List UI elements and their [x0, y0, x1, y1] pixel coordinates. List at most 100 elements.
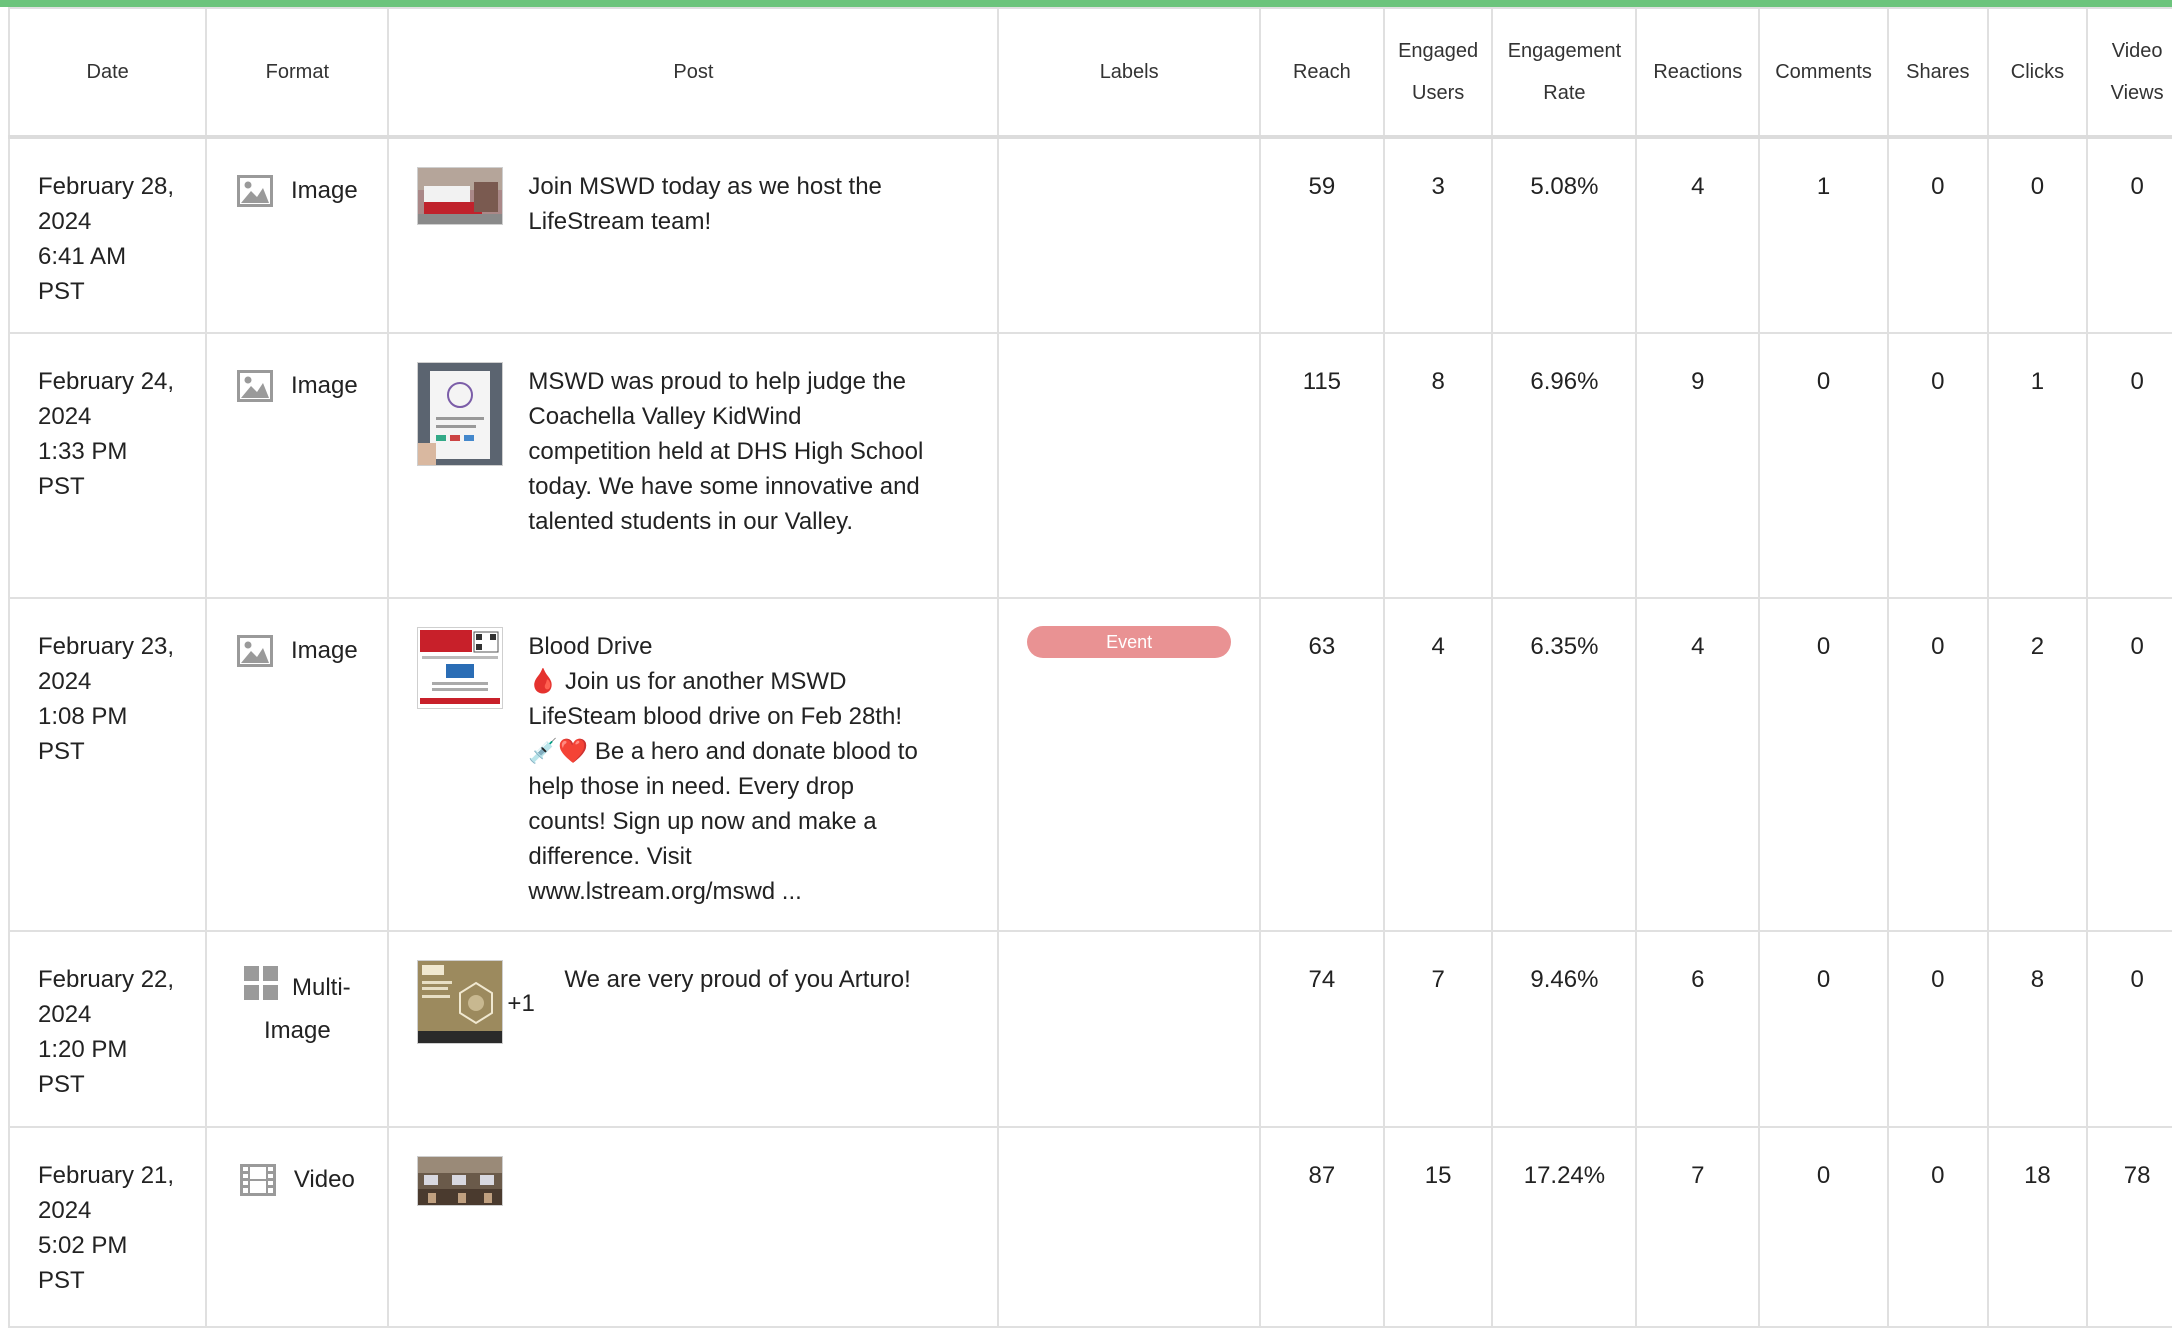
video-views-value: 0: [2086, 332, 2172, 599]
format-label: Image: [290, 177, 358, 204]
labels-cell[interactable]: [997, 930, 1261, 1128]
post-cell[interactable]: Join MSWD today as we host the LifeStrea…: [387, 136, 1000, 334]
post-cell[interactable]: MSWD was proud to help judge the Coachel…: [387, 332, 1000, 599]
year-text: 2024: [38, 403, 92, 430]
time-text: 1:08 PM: [38, 703, 128, 730]
shares-value: 0: [1886, 930, 1989, 1128]
engagement-rate-value: 9.46%: [1491, 930, 1638, 1128]
timezone-text: PST: [38, 473, 85, 500]
grid-icon: [244, 966, 278, 1000]
time-text: 1:33 PM: [38, 438, 128, 465]
col-header-labels[interactable]: Labels: [997, 7, 1261, 139]
col-header-video-views[interactable]: Video Views: [2086, 7, 2172, 139]
post-title: Blood Drive: [528, 633, 653, 660]
year-text: 2024: [38, 1197, 92, 1224]
clicks-value: 8: [1986, 930, 2089, 1128]
reactions-value: 6: [1635, 930, 1761, 1128]
time-text: 1:20 PM: [38, 1036, 128, 1063]
date-cell: February 23, 2024 1:08 PM PST: [7, 597, 208, 932]
shares-value: 0: [1886, 332, 1989, 599]
table-header-row: Date Format Post Labels Reach Engaged Us…: [7, 7, 2172, 139]
post-performance-table: Date Format Post Labels Reach Engaged Us…: [7, 7, 2172, 1328]
table-row[interactable]: February 23, 2024 1:08 PM PST Image Bloo…: [7, 597, 2172, 932]
post-text: Blood Drive 🩸 Join us for another MSWD L…: [528, 629, 928, 909]
clicks-value: 18: [1986, 1126, 2089, 1328]
labels-cell[interactable]: [997, 332, 1261, 599]
video-views-value: 0: [2086, 930, 2172, 1128]
shares-value: 0: [1886, 597, 1989, 932]
image-icon: [236, 635, 273, 667]
format-label: Video: [293, 1166, 355, 1193]
engaged-users-value: 8: [1382, 332, 1494, 599]
comments-value: 0: [1758, 332, 1889, 599]
date-text: February 21,: [38, 1162, 175, 1189]
format-cell: Multi- Image: [205, 930, 390, 1128]
time-text: 5:02 PM: [38, 1232, 128, 1259]
post-thumbnail[interactable]: [417, 1156, 504, 1206]
format-cell: Image: [205, 597, 390, 932]
post-thumbnail[interactable]: [417, 362, 504, 466]
col-header-engagement-rate[interactable]: Engagement Rate: [1491, 7, 1638, 139]
format-label-continued: Image: [263, 1017, 331, 1044]
format-label: Image: [290, 372, 358, 399]
col-header-shares[interactable]: Shares: [1886, 7, 1989, 139]
clicks-value: 0: [1986, 136, 2089, 334]
post-thumbnail[interactable]: [417, 167, 504, 225]
table-row[interactable]: February 22, 2024 1:20 PM PST Multi- Ima…: [7, 930, 2172, 1128]
year-text: 2024: [38, 668, 92, 695]
engaged-users-value: 3: [1382, 136, 1494, 334]
post-thumbnail[interactable]: [417, 960, 504, 1044]
date-text: February 22,: [38, 966, 175, 993]
reach-value: 87: [1259, 1126, 1385, 1328]
col-header-date[interactable]: Date: [7, 7, 208, 139]
reach-value: 115: [1259, 332, 1385, 599]
post-cell[interactable]: [387, 1126, 1000, 1328]
clicks-value: 2: [1986, 597, 2089, 932]
labels-cell[interactable]: [997, 136, 1261, 334]
video-views-value: 0: [2086, 136, 2172, 334]
year-text: 2024: [38, 208, 92, 235]
comments-value: 1: [1758, 136, 1889, 334]
film-icon: [239, 1164, 276, 1196]
comments-value: 0: [1758, 597, 1889, 932]
video-views-value: 78: [2086, 1126, 2172, 1328]
engagement-rate-value: 5.08%: [1491, 136, 1638, 334]
shares-value: 0: [1886, 1126, 1989, 1328]
col-header-clicks[interactable]: Clicks: [1986, 7, 2089, 139]
col-header-format[interactable]: Format: [205, 7, 390, 139]
reactions-value: 7: [1635, 1126, 1761, 1328]
labels-cell[interactable]: [997, 1126, 1261, 1328]
year-text: 2024: [38, 1001, 92, 1028]
post-cell[interactable]: +1 We are very proud of you Arturo!: [387, 930, 1000, 1128]
post-cell[interactable]: Blood Drive 🩸 Join us for another MSWD L…: [387, 597, 1000, 932]
format-label: Image: [290, 637, 358, 664]
table-row[interactable]: February 21, 2024 5:02 PM PST Video 87 1…: [7, 1126, 2172, 1328]
table-row[interactable]: February 24, 2024 1:33 PM PST Image MSWD…: [7, 332, 2172, 599]
col-header-post[interactable]: Post: [387, 7, 1000, 139]
image-icon: [236, 175, 273, 207]
format-cell: Video: [205, 1126, 390, 1328]
top-accent-bar: [0, 0, 2172, 7]
date-text: February 24,: [38, 368, 175, 395]
col-header-reactions[interactable]: Reactions: [1635, 7, 1761, 139]
format-label: Multi-: [292, 974, 351, 1001]
engaged-users-value: 7: [1382, 930, 1494, 1128]
table-row[interactable]: February 28, 2024 6:41 AM PST Image Join…: [7, 136, 2172, 334]
post-thumbnail[interactable]: [417, 627, 504, 709]
post-body: 🩸 Join us for another MSWD LifeSteam blo…: [528, 668, 918, 905]
image-icon: [236, 370, 273, 402]
reach-value: 59: [1259, 136, 1385, 334]
reach-value: 74: [1259, 930, 1385, 1128]
reactions-value: 4: [1635, 136, 1761, 334]
col-header-reach[interactable]: Reach: [1259, 7, 1385, 139]
labels-cell[interactable]: Event: [997, 597, 1261, 932]
col-header-engaged-users[interactable]: Engaged Users: [1382, 7, 1494, 139]
time-text: 6:41 AM: [38, 243, 127, 270]
clicks-value: 1: [1986, 332, 2089, 599]
post-text: We are very proud of you Arturo!: [564, 966, 911, 993]
engagement-rate-value: 6.35%: [1491, 597, 1638, 932]
event-label-badge[interactable]: Event: [1027, 626, 1232, 658]
reactions-value: 9: [1635, 332, 1761, 599]
col-header-comments[interactable]: Comments: [1758, 7, 1889, 139]
date-cell: February 24, 2024 1:33 PM PST: [7, 332, 208, 599]
